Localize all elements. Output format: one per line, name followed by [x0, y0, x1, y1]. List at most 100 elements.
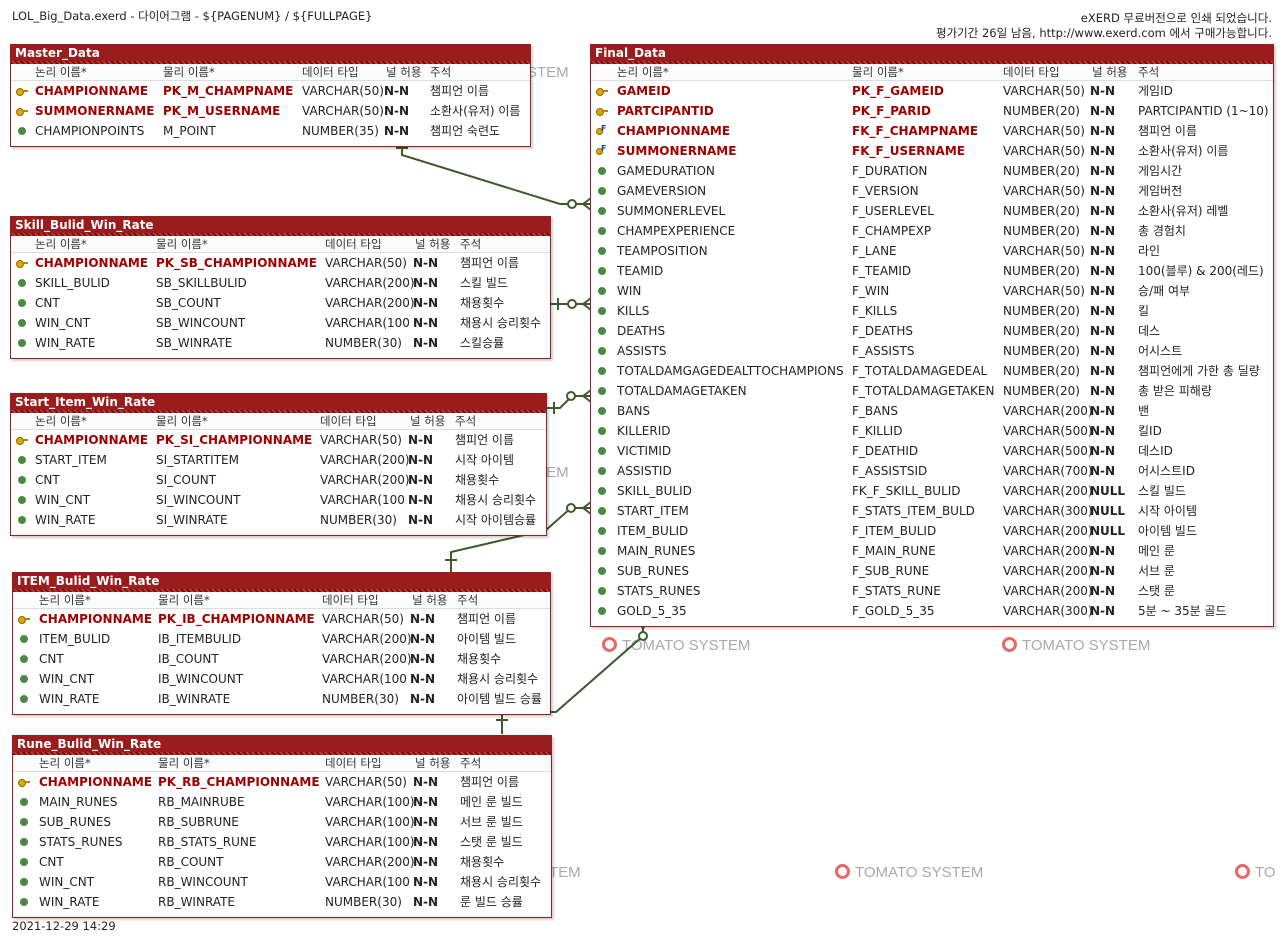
column-icon	[598, 387, 606, 395]
column-row-teamid[interactable]: TEAMID F_TEAMID NUMBER(20) N-N 100(블루) & 200…	[591, 261, 1273, 281]
column-row-cnt[interactable]: CNT RB_COUNT VARCHAR(200) N-N 채용횟수	[13, 852, 551, 872]
column-icon	[598, 607, 606, 615]
column-row-totaldamagetaken[interactable]: TOTALDAMAGETAKEN F_TOTALDAMAGETAKEN NUMBER…	[591, 381, 1273, 401]
column-row-totaldamgagedealttochampions[interactable]: TOTALDAMGAGEDEALTTOCHAMPIONS F_TOTALDAMAG…	[591, 361, 1273, 381]
comment: 스탯 룬	[1138, 584, 1175, 598]
column-row-skill-bulid[interactable]: SKILL_BULID FK_F_SKILL_BULID VARCHAR(200) N…	[591, 481, 1273, 501]
column-row-win-rate[interactable]: WIN_RATE IB_WINRATE NUMBER(30) N-N 아이템 빌드 승률	[13, 689, 550, 709]
nullable: N-N	[1090, 104, 1116, 118]
column-row-champexperience[interactable]: CHAMPEXPERIENCE F_CHAMPEXP NUMBER(20) N-N 총 …	[591, 221, 1273, 241]
entity-title: Skill_Bulid_Win_Rate	[11, 217, 550, 233]
comment: 총 경험치	[1138, 224, 1186, 238]
column-row-win-cnt[interactable]: WIN_CNT IB_WINCOUNT VARCHAR(100 N-N 채용시 승리횟수	[13, 669, 550, 689]
column-row-summonername[interactable]: SUMMONERNAME PK_M_USERNAME VARCHAR(50) N-N 소…	[11, 101, 530, 121]
column-icon	[20, 878, 28, 886]
column-row-win-cnt[interactable]: WIN_CNT SB_WINCOUNT VARCHAR(100 N-N 채용시 승리횟수	[11, 313, 550, 333]
column-row-championname[interactable]: CHAMPIONNAME FK_F_CHAMPNAME VARCHAR(50) N-N…	[591, 121, 1273, 141]
column-row-gold-5-35[interactable]: GOLD_5_35 F_GOLD_5_35 VARCHAR(300) N-N 5분 ~ …	[591, 601, 1273, 621]
relation-optional-marker	[566, 391, 576, 401]
column-row-start-item[interactable]: START_ITEM SI_STARTITEM VARCHAR(200) N-N 시작 …	[11, 450, 546, 470]
column-row-skill-bulid[interactable]: SKILL_BULID SB_SKILLBULID VARCHAR(200) N-N 스…	[11, 273, 550, 293]
column-icon	[20, 898, 28, 906]
column-row-sub-runes[interactable]: SUB_RUNES F_SUB_RUNE VARCHAR(200) N-N 서브 룬	[591, 561, 1273, 581]
physical-name: F_DEATHID	[852, 444, 919, 458]
column-row-cnt[interactable]: CNT SI_COUNT VARCHAR(200) N-N 채용횟수	[11, 470, 546, 490]
nullable: N-N	[408, 433, 434, 447]
physical-name: F_LANE	[852, 244, 897, 258]
entity-master-data[interactable]: Master_Data 논리 이름* 물리 이름* 데이터 타입 널 허용 주석 CHAMP…	[10, 44, 531, 147]
comment: 채용횟수	[457, 652, 502, 666]
logical-name: WIN_RATE	[35, 513, 96, 527]
column-row-win[interactable]: WIN F_WIN VARCHAR(50) N-N 승/패 여부	[591, 281, 1273, 301]
column-row-item-bulid[interactable]: ITEM_BULID F_ITEM_BULID VARCHAR(200) NULL 아이…	[591, 521, 1273, 541]
physical-name: FK_F_SKILL_BULID	[852, 484, 961, 498]
column-row-win-rate[interactable]: WIN_RATE RB_WINRATE NUMBER(30) N-N 룬 빌드 승률	[13, 892, 551, 912]
physical-name: RB_MAINRUBE	[158, 795, 245, 809]
column-row-assistid[interactable]: ASSISTID F_ASSISTSID VARCHAR(700) N-N 어시스트ID	[591, 461, 1273, 481]
column-icon	[598, 547, 606, 555]
entity-rune-bulid-win-rate[interactable]: Rune_Bulid_Win_Rate 논리 이름* 물리 이름* 데이터 타입 널 허…	[12, 735, 552, 918]
column-header-row: 논리 이름* 물리 이름* 데이터 타입 널 허용 주석	[13, 755, 551, 772]
column-row-cnt[interactable]: CNT IB_COUNT VARCHAR(200) N-N 채용횟수	[13, 649, 550, 669]
relation-optional-marker	[638, 631, 648, 641]
column-row-win-rate[interactable]: WIN_RATE SI_WINRATE NUMBER(30) N-N 시작 아이템승률	[11, 510, 546, 530]
column-row-summonername[interactable]: SUMMONERNAME FK_F_USERNAME VARCHAR(50) N-N 소…	[591, 141, 1273, 161]
nullable: N-N	[410, 692, 436, 706]
comment: 아이템 빌드	[1138, 524, 1198, 538]
column-row-killerid[interactable]: KILLERID F_KILLID VARCHAR(500) N-N 킬ID	[591, 421, 1273, 441]
column-row-championname[interactable]: CHAMPIONNAME PK_SI_CHAMPIONNAME VARCHAR(50…	[11, 430, 546, 450]
column-row-main-runes[interactable]: MAIN_RUNES RB_MAINRUBE VARCHAR(100) N-N 메인 룬…	[13, 792, 551, 812]
column-row-cnt[interactable]: CNT SB_COUNT VARCHAR(200) N-N 채용횟수	[11, 293, 550, 313]
column-row-gameversion[interactable]: GAMEVERSION F_VERSION VARCHAR(50) N-N 게임버전	[591, 181, 1273, 201]
logical-name: KILLERID	[617, 424, 671, 438]
logical-name: CHAMPIONNAME	[35, 84, 149, 98]
nullable: NULL	[1090, 524, 1126, 538]
entity-skill-bulid-win-rate[interactable]: Skill_Bulid_Win_Rate 논리 이름* 물리 이름* 데이터 타입 널 …	[10, 216, 551, 359]
column-row-win-cnt[interactable]: WIN_CNT SI_WINCOUNT VARCHAR(100 N-N 채용시 승리횟수	[11, 490, 546, 510]
column-row-victimid[interactable]: VICTIMID F_DEATHID VARCHAR(500) N-N 데스ID	[591, 441, 1273, 461]
entity-final-data[interactable]: Final_Data 논리 이름* 물리 이름* 데이터 타입 널 허용 주석 GAMEID…	[590, 44, 1274, 627]
entity-title: Final_Data	[591, 45, 1273, 61]
column-row-stats-runes[interactable]: STATS_RUNES F_STATS_RUNE VARCHAR(200) N-N 스탯…	[591, 581, 1273, 601]
entity-item-bulid-win-rate[interactable]: ITEM_Bulid_Win_Rate 논리 이름* 물리 이름* 데이터 타입 널 허…	[12, 572, 551, 715]
column-row-championname[interactable]: CHAMPIONNAME PK_SB_CHAMPIONNAME VARCHAR(50…	[11, 253, 550, 273]
column-row-championname[interactable]: CHAMPIONNAME PK_IB_CHAMPIONNAME VARCHAR(50…	[13, 609, 550, 629]
nullable: N-N	[413, 296, 439, 310]
column-row-item-bulid[interactable]: ITEM_BULID IB_ITEMBULID VARCHAR(200) N-N 아이템…	[13, 629, 550, 649]
column-row-gameid[interactable]: GAMEID PK_F_GAMEID VARCHAR(50) N-N 게임ID	[591, 81, 1273, 101]
column-row-championname[interactable]: CHAMPIONNAME PK_M_CHAMPNAME VARCHAR(50) N-N…	[11, 81, 530, 101]
column-row-start-item[interactable]: START_ITEM F_STATS_ITEM_BULD VARCHAR(300) N…	[591, 501, 1273, 521]
nullable: N-N	[413, 336, 439, 350]
physical-name: F_ASSISTSID	[852, 464, 928, 478]
column-row-sub-runes[interactable]: SUB_RUNES RB_SUBRUNE VARCHAR(100) N-N 서브 룬 빌…	[13, 812, 551, 832]
column-row-championpoints[interactable]: CHAMPIONPOINTS M_POINT NUMBER(35) N-N 챔피언 숙련…	[11, 121, 530, 141]
data-type: NUMBER(20)	[1003, 364, 1080, 378]
column-row-teamposition[interactable]: TEAMPOSITION F_LANE VARCHAR(50) N-N 라인	[591, 241, 1273, 261]
nullable: N-N	[410, 672, 436, 686]
logical-name: STATS_RUNES	[39, 835, 123, 849]
column-row-deaths[interactable]: DEATHS F_DEATHS NUMBER(20) N-N 데스	[591, 321, 1273, 341]
entity-start-item-win-rate[interactable]: Start_Item_Win_Rate 논리 이름* 물리 이름* 데이터 타입 널 허…	[10, 393, 547, 536]
column-row-win-cnt[interactable]: WIN_CNT RB_WINCOUNT VARCHAR(100 N-N 채용시 승리횟수	[13, 872, 551, 892]
data-type: VARCHAR(50)	[320, 433, 402, 447]
column-row-championname[interactable]: CHAMPIONNAME PK_RB_CHAMPIONNAME VARCHAR(50…	[13, 772, 551, 792]
column-row-main-runes[interactable]: MAIN_RUNES F_MAIN_RUNE VARCHAR(200) N-N 메인 룬	[591, 541, 1273, 561]
column-row-kills[interactable]: KILLS F_KILLS NUMBER(20) N-N 킬	[591, 301, 1273, 321]
column-row-partcipantid[interactable]: PARTCIPANTID PK_F_PARID NUMBER(20) N-N PARTC…	[591, 101, 1273, 121]
column-row-summonerlevel[interactable]: SUMMONERLEVEL F_USERLEVEL NUMBER(20) N-N 소환사…	[591, 201, 1273, 221]
physical-name: SB_SKILLBULID	[156, 276, 247, 290]
comment: 챔피언 이름	[460, 256, 520, 270]
column-header-row: 논리 이름* 물리 이름* 데이터 타입 널 허용 주석	[591, 64, 1273, 81]
column-icon	[598, 267, 606, 275]
column-row-assists[interactable]: ASSISTS F_ASSISTS NUMBER(20) N-N 어시스트	[591, 341, 1273, 361]
column-row-gameduration[interactable]: GAMEDURATION F_DURATION NUMBER(20) N-N 게임시간	[591, 161, 1273, 181]
nullable: N-N	[1090, 264, 1116, 278]
column-row-stats-runes[interactable]: STATS_RUNES RB_STATS_RUNE VARCHAR(100) N-N 스…	[13, 832, 551, 852]
nullable: N-N	[408, 453, 434, 467]
column-icon	[598, 427, 606, 435]
data-type: VARCHAR(100)	[325, 835, 415, 849]
comment: 소환사(유저) 이름	[430, 104, 521, 118]
column-row-win-rate[interactable]: WIN_RATE SB_WINRATE NUMBER(30) N-N 스킬승률	[11, 333, 550, 353]
column-row-bans[interactable]: BANS F_BANS VARCHAR(200) N-N 밴	[591, 401, 1273, 421]
logical-name: WIN_CNT	[35, 493, 91, 507]
